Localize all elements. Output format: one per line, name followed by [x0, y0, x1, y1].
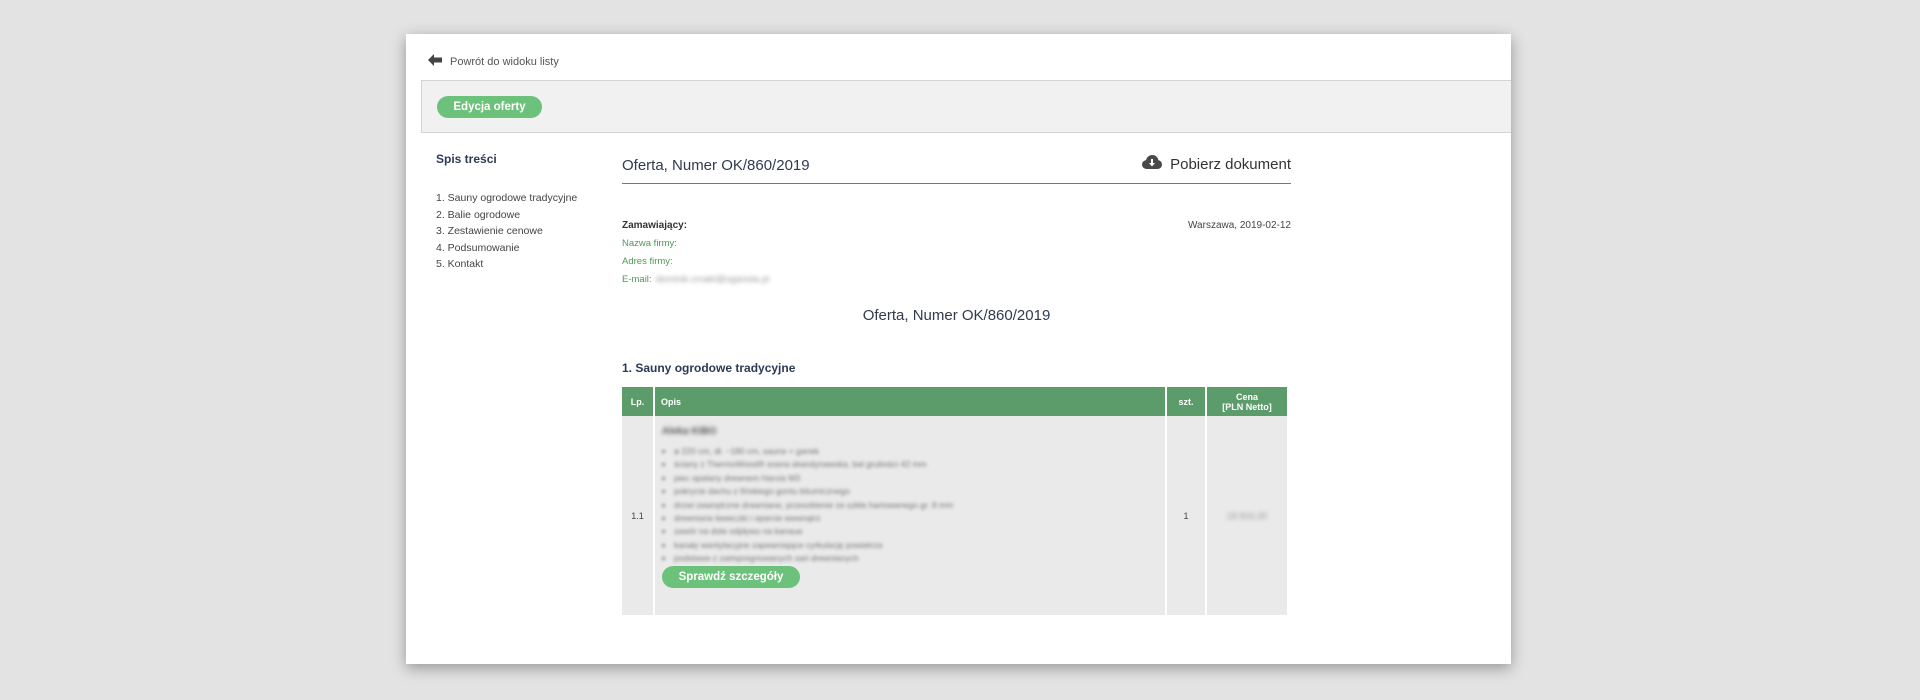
- feature-item: podstawa z zaimpregnowanych sań drewnian…: [674, 552, 1158, 565]
- feature-item: ø 220 cm, dł. ~180 cm, sauna + ganek: [674, 445, 1158, 458]
- download-document-button[interactable]: Pobierz dokument: [1142, 155, 1291, 173]
- back-to-list-link[interactable]: Powrót do widoku listy: [428, 54, 559, 69]
- offer-title: Oferta, Numer OK/860/2019: [622, 157, 810, 174]
- row-lp: 1.1: [622, 416, 653, 615]
- toc-list: 1. Sauny ogrodowe tradycyjne 2. Balie og…: [436, 190, 606, 273]
- document-header: Oferta, Numer OK/860/2019 Pobierz dokume…: [622, 147, 1291, 184]
- table-row: 1.1 Aleka KIBO ø 220 cm, dł. ~180 cm, sa…: [622, 416, 1287, 615]
- company-address-label: Adres firmy:: [622, 256, 673, 267]
- arrow-left-icon: [428, 54, 442, 69]
- check-details-button[interactable]: Sprawdź szczegóły: [662, 566, 800, 588]
- email-value: dominik.cmakt@sganola.pl: [655, 274, 770, 285]
- company-name-field: Nazwa firmy:: [622, 238, 1291, 249]
- row-price: 18 816,39: [1207, 416, 1287, 615]
- toc-item[interactable]: 3. Zestawienie cenowe: [436, 223, 606, 240]
- edit-offer-button[interactable]: Edycja oferty: [437, 96, 542, 118]
- table-of-contents: Spis treści 1. Sauny ogrodowe tradycyjne…: [436, 152, 606, 273]
- offer-window: Powrót do widoku listy Edycja oferty Spi…: [406, 34, 1511, 664]
- header-lp: Lp.: [622, 387, 653, 416]
- email-field: E-mail: dominik.cmakt@sganola.pl: [622, 274, 1291, 285]
- offer-document: Oferta, Numer OK/860/2019 Pobierz dokume…: [622, 147, 1291, 615]
- row-qty: 1: [1167, 416, 1205, 615]
- feature-item: zawór na dole odpływu na kanaue: [674, 525, 1158, 538]
- cloud-download-icon: [1142, 155, 1163, 173]
- row-price-value: 18 816,39: [1226, 510, 1268, 521]
- product-name: Aleka KIBO: [662, 426, 717, 437]
- email-label: E-mail:: [622, 274, 652, 285]
- feature-item: piec opalany drewnem Harvia M3: [674, 472, 1158, 485]
- toc-item[interactable]: 4. Podsumowanie: [436, 240, 606, 257]
- items-table: Lp. Opis szt. Cena [PLN Netto] 1.1 Aleka…: [620, 387, 1289, 615]
- toc-title: Spis treści: [436, 152, 497, 166]
- row-desc: Aleka KIBO ø 220 cm, dł. ~180 cm, sauna …: [655, 416, 1165, 615]
- feature-item: drewniane ławeczki i oparcie wewnątrz: [674, 512, 1158, 525]
- feature-item: drzwi zewnętrzne drewniane, przeszklenie…: [674, 499, 1158, 512]
- header-price-line1: Cena: [1235, 391, 1258, 402]
- toc-item[interactable]: 2. Balie ogrodowe: [436, 207, 606, 224]
- toc-item[interactable]: 1. Sauny ogrodowe tradycyjne: [436, 190, 606, 207]
- feature-item: pokrycie dachu z fińskiego gontu bitumic…: [674, 485, 1158, 498]
- client-info: Zamawiający: Warszawa, 2019-02-12 Nazwa …: [622, 220, 1291, 292]
- download-label: Pobierz dokument: [1170, 155, 1291, 173]
- header-price-line2: [PLN Netto]: [1222, 401, 1272, 412]
- feature-item: kanały wentylacyjne zapewniające cyrkula…: [674, 539, 1158, 552]
- back-link-label: Powrót do widoku listy: [450, 55, 559, 68]
- offer-center-title: Oferta, Numer OK/860/2019: [862, 307, 1051, 324]
- header-price: Cena [PLN Netto]: [1207, 387, 1287, 416]
- offer-date: Warszawa, 2019-02-12: [1187, 220, 1291, 231]
- toolbar: Edycja oferty: [421, 80, 1511, 133]
- feature-list: ø 220 cm, dł. ~180 cm, sauna + ganek ści…: [662, 445, 1158, 566]
- header-desc: Opis: [655, 387, 1165, 416]
- toc-item[interactable]: 5. Kontakt: [436, 256, 606, 273]
- header-qty: szt.: [1167, 387, 1205, 416]
- feature-item: ściany z ThermoWood® sosna skandynawska,…: [674, 458, 1158, 471]
- table-header-row: Lp. Opis szt. Cena [PLN Netto]: [622, 387, 1287, 416]
- company-name-label: Nazwa firmy:: [622, 238, 677, 249]
- company-address-field: Adres firmy:: [622, 256, 1291, 267]
- section-title: 1. Sauny ogrodowe tradycyjne: [622, 361, 796, 375]
